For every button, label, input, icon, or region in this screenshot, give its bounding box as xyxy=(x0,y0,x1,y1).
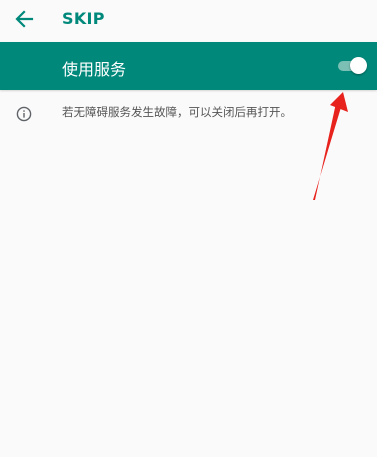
service-toggle[interactable] xyxy=(338,57,368,75)
service-switch-bar[interactable]: 使用服务 xyxy=(0,42,377,90)
app-bar: SKIP xyxy=(0,0,377,42)
toggle-thumb xyxy=(350,57,367,74)
back-button[interactable] xyxy=(12,7,38,31)
info-text: 若无障碍服务发生故障，可以关闭后再打开。 xyxy=(62,105,292,119)
app-title: SKIP xyxy=(62,9,105,28)
info-row: 若无障碍服务发生故障，可以关闭后再打开。 xyxy=(0,100,377,128)
service-switch-label: 使用服务 xyxy=(62,60,127,79)
arrow-left-icon xyxy=(15,10,34,28)
info-circle-icon xyxy=(16,106,32,122)
